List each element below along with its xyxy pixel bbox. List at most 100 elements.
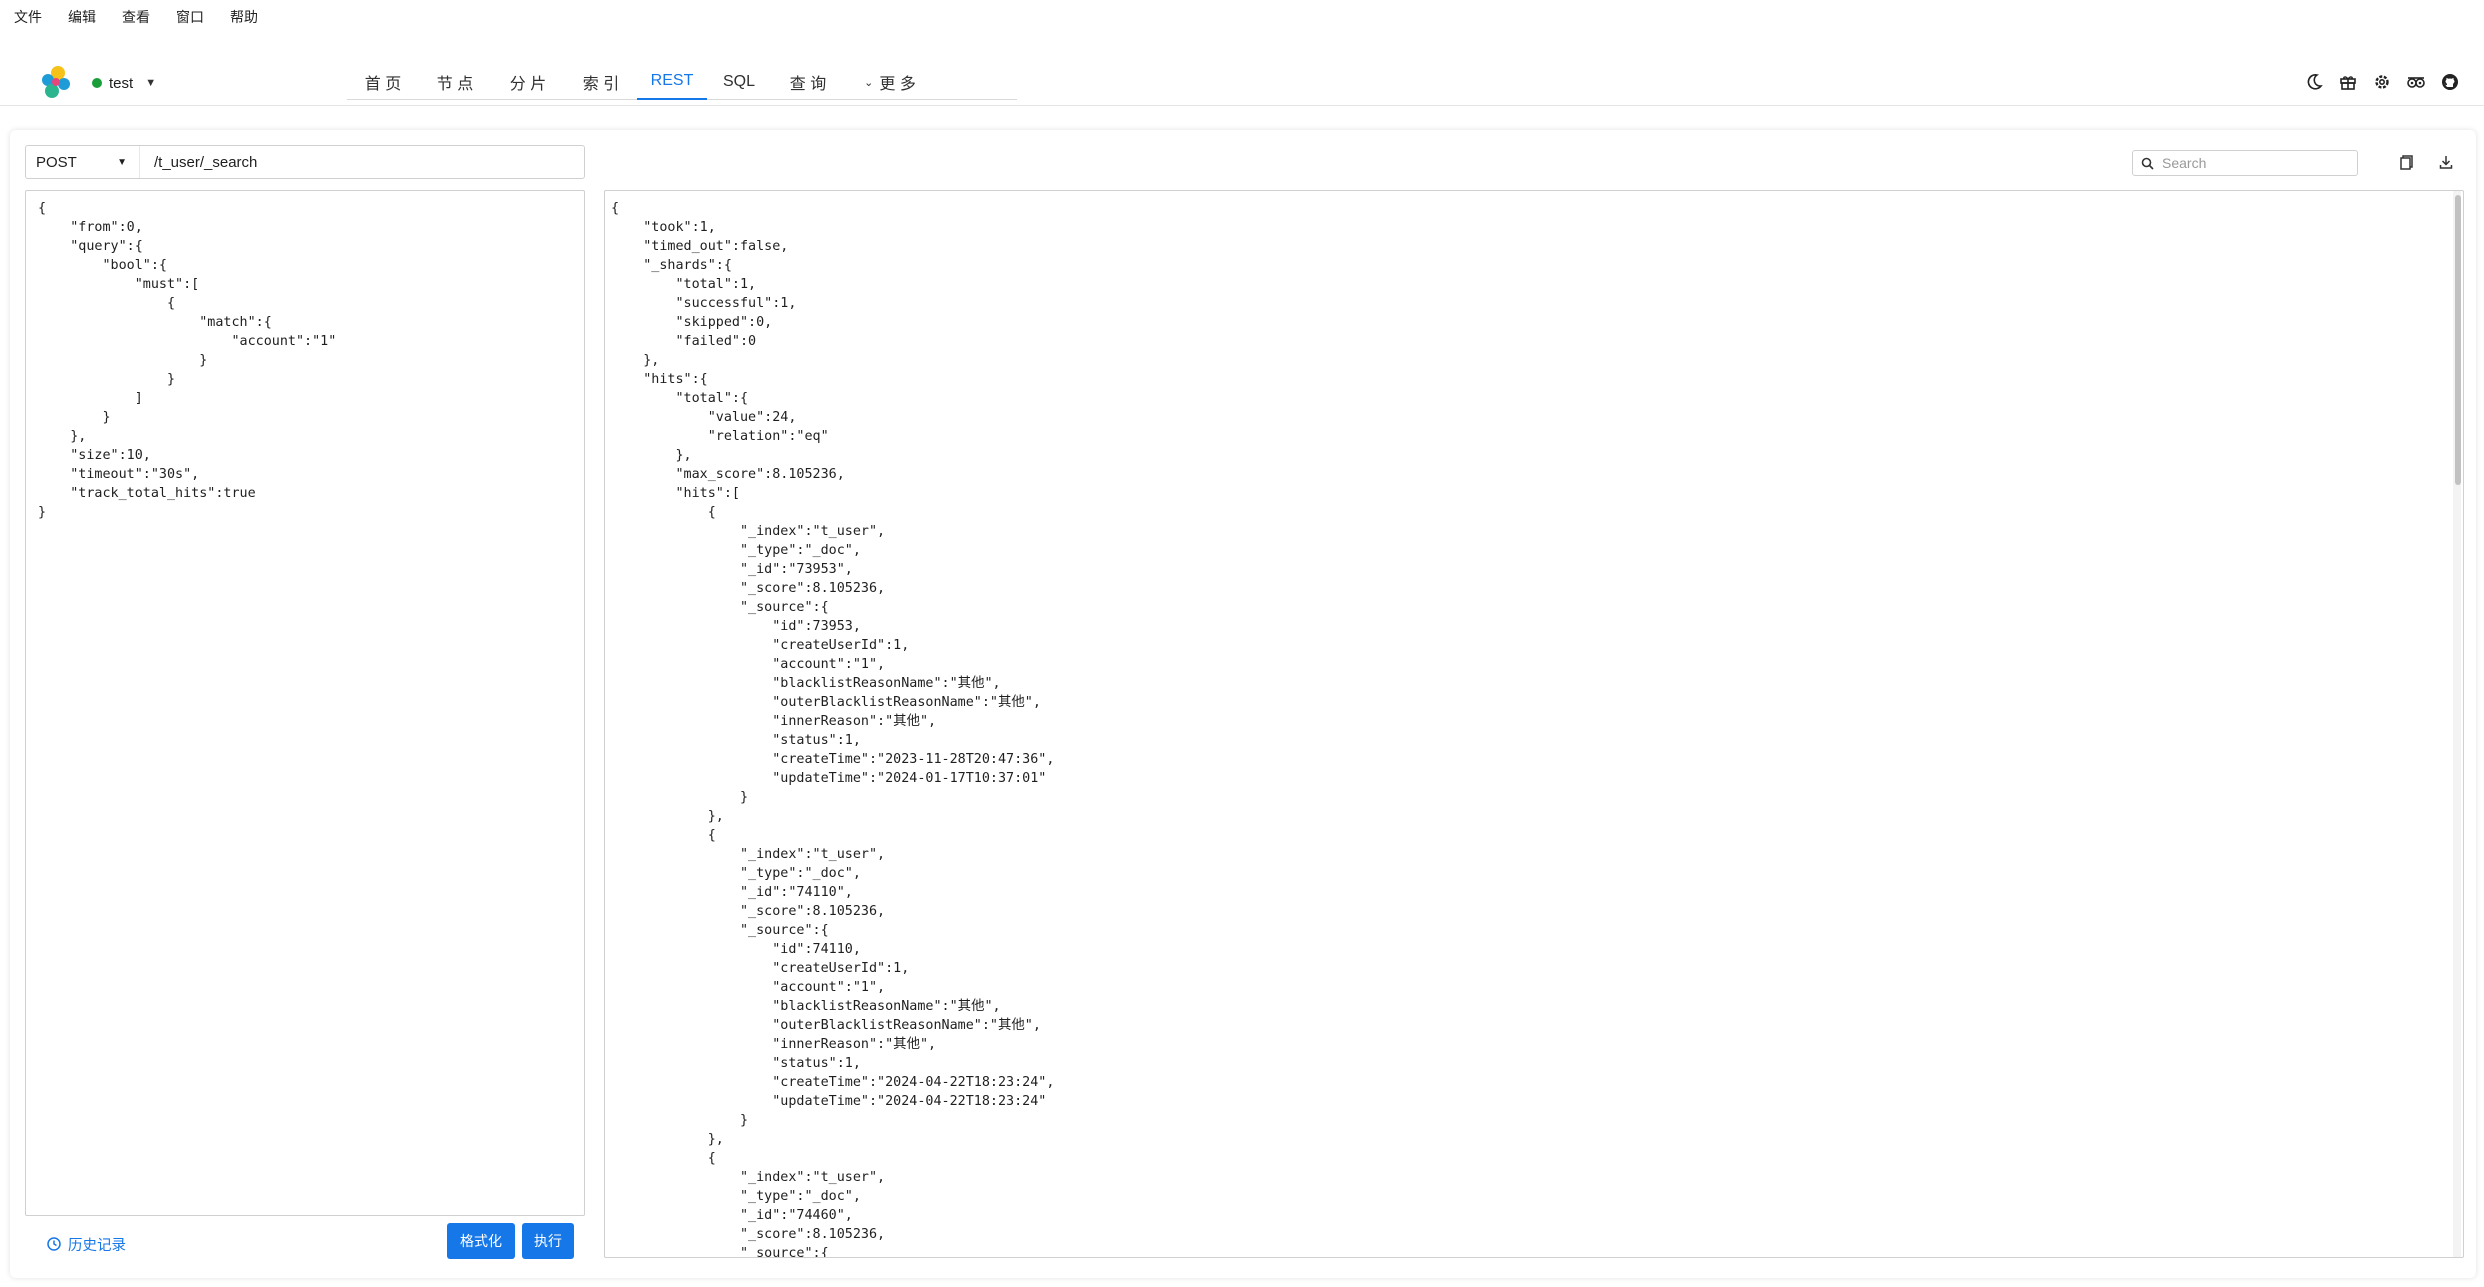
response-line: { xyxy=(611,1151,716,1166)
response-line: "_source":{ xyxy=(611,923,829,938)
response-line: "account":"1", xyxy=(611,980,886,995)
request-body-line: "timeout":"30s", xyxy=(38,467,200,482)
response-line: } xyxy=(611,790,749,805)
menu-bar: 文件 编辑 查看 窗口 帮助 xyxy=(0,0,2484,34)
tab-nodes[interactable]: 节 点 xyxy=(419,64,491,100)
request-body-code[interactable]: { "from":0, "query":{ "bool":{ "must":[ … xyxy=(26,191,584,522)
response-line: "_id":"73953", xyxy=(611,562,853,577)
response-line: "total":{ xyxy=(611,391,749,406)
response-line: "_type":"_doc", xyxy=(611,866,861,881)
response-line: "_source":{ xyxy=(611,1246,829,1258)
gift-icon[interactable] xyxy=(2338,72,2358,92)
method-select[interactable]: POST ▼ xyxy=(26,146,140,178)
response-line: "_index":"t_user", xyxy=(611,847,886,862)
settings-icon[interactable] xyxy=(2372,72,2392,92)
header-tools xyxy=(2304,72,2460,92)
request-body-line: "from":0, xyxy=(38,220,143,235)
request-body-line: } xyxy=(38,505,47,520)
menu-edit[interactable]: 编辑 xyxy=(68,7,96,27)
tab-query[interactable]: 查 询 xyxy=(771,64,845,100)
execute-button[interactable]: 执行 xyxy=(522,1223,574,1259)
tab-indices[interactable]: 索 引 xyxy=(565,64,637,100)
caret-down-icon: ▼ xyxy=(145,77,157,89)
response-line: "_score":8.105236, xyxy=(611,904,886,919)
request-body-line: "query":{ xyxy=(38,239,143,254)
response-viewer[interactable]: { "took":1, "timed_out":false, "_shards"… xyxy=(604,190,2464,1258)
search-placeholder: Search xyxy=(2162,155,2207,171)
response-line: "hits":[ xyxy=(611,486,741,501)
response-line: "updateTime":"2024-01-17T10:37:01" xyxy=(611,771,1047,786)
tab-shards[interactable]: 分 片 xyxy=(491,64,565,100)
response-line: "_source":{ xyxy=(611,600,829,615)
response-line: { xyxy=(611,201,620,216)
response-line: "status":1, xyxy=(611,733,861,748)
menu-help[interactable]: 帮助 xyxy=(230,7,258,27)
request-body-line: "size":10, xyxy=(38,448,151,463)
tab-rest[interactable]: REST xyxy=(637,64,707,100)
history-link[interactable]: 历史记录 xyxy=(46,1232,126,1256)
response-line: }, xyxy=(611,1132,724,1147)
response-line: "hits":{ xyxy=(611,372,708,387)
copy-icon[interactable] xyxy=(2397,152,2417,172)
path-input[interactable]: /t_user/_search xyxy=(140,154,257,171)
app-header: test ▼ 首 页 节 点 分 片 索 引 REST SQL 查 询 ⌄ 更 … xyxy=(0,34,2484,106)
history-label: 历史记录 xyxy=(68,1237,126,1254)
request-bar: POST ▼ /t_user/_search xyxy=(25,145,585,179)
search-icon xyxy=(2141,157,2154,170)
response-line: "_type":"_doc", xyxy=(611,543,861,558)
response-line: "id":73953, xyxy=(611,619,861,634)
menu-file[interactable]: 文件 xyxy=(14,7,42,27)
request-body-line: { xyxy=(38,296,176,311)
response-line: "relation":"eq" xyxy=(611,429,829,444)
response-scrollbar-thumb[interactable] xyxy=(2455,195,2461,485)
response-line: "innerReason":"其他", xyxy=(611,714,937,729)
response-line: "createTime":"2024-04-22T18:23:24", xyxy=(611,1075,1055,1090)
method-value: POST xyxy=(36,153,77,171)
response-line: "_id":"74110", xyxy=(611,885,853,900)
cluster-name: test xyxy=(109,74,134,92)
response-line: "_score":8.105236, xyxy=(611,1227,886,1242)
response-line: "createTime":"2023-11-28T20:47:36", xyxy=(611,752,1055,767)
response-line: { xyxy=(611,505,716,520)
response-line: "timed_out":false, xyxy=(611,239,789,254)
response-line: "_score":8.105236, xyxy=(611,581,886,596)
cluster-status-dot xyxy=(92,78,102,88)
request-body-line: } xyxy=(38,353,208,368)
request-body-editor[interactable]: { "from":0, "query":{ "bool":{ "must":[ … xyxy=(25,190,585,1216)
response-line: "createUserId":1, xyxy=(611,638,910,653)
rest-console-panel: POST ▼ /t_user/_search { "from":0, "quer… xyxy=(10,130,2476,1278)
response-line: "_index":"t_user", xyxy=(611,524,886,539)
menu-window[interactable]: 窗口 xyxy=(176,7,204,27)
translate-icon[interactable] xyxy=(2406,72,2426,92)
request-body-line: "match":{ xyxy=(38,315,272,330)
response-line: "blacklistReasonName":"其他", xyxy=(611,676,1001,691)
caret-down-icon: ▼ xyxy=(117,156,127,168)
moon-icon[interactable] xyxy=(2304,72,2324,92)
download-icon[interactable] xyxy=(2436,152,2456,172)
response-line: }, xyxy=(611,809,724,824)
response-line: "id":74110, xyxy=(611,942,861,957)
menu-view[interactable]: 查看 xyxy=(122,7,150,27)
github-icon[interactable] xyxy=(2440,72,2460,92)
response-line: } xyxy=(611,1113,749,1128)
response-line: "blacklistReasonName":"其他", xyxy=(611,999,1001,1014)
response-line: { xyxy=(611,828,716,843)
response-line: "createUserId":1, xyxy=(611,961,910,976)
response-line: "outerBlacklistReasonName":"其他", xyxy=(611,1018,1041,1033)
tab-more[interactable]: ⌄ 更 多 xyxy=(845,64,935,100)
history-icon xyxy=(47,1237,61,1251)
response-line: "failed":0 xyxy=(611,334,757,349)
response-line: "updateTime":"2024-04-22T18:23:24" xyxy=(611,1094,1047,1109)
response-line: "value":24, xyxy=(611,410,797,425)
main-nav: 首 页 节 点 分 片 索 引 REST SQL 查 询 ⌄ 更 多 xyxy=(347,64,1017,100)
cluster-selector[interactable]: test ▼ xyxy=(92,72,156,94)
format-button[interactable]: 格式化 xyxy=(447,1223,515,1259)
tab-home[interactable]: 首 页 xyxy=(347,64,419,100)
response-line: }, xyxy=(611,353,660,368)
request-body-line: "must":[ xyxy=(38,277,200,292)
request-body-line: } xyxy=(38,410,111,425)
search-input[interactable]: Search xyxy=(2132,150,2358,176)
response-line: "_index":"t_user", xyxy=(611,1170,886,1185)
tab-sql[interactable]: SQL xyxy=(707,64,771,100)
request-body-line: }, xyxy=(38,429,87,444)
